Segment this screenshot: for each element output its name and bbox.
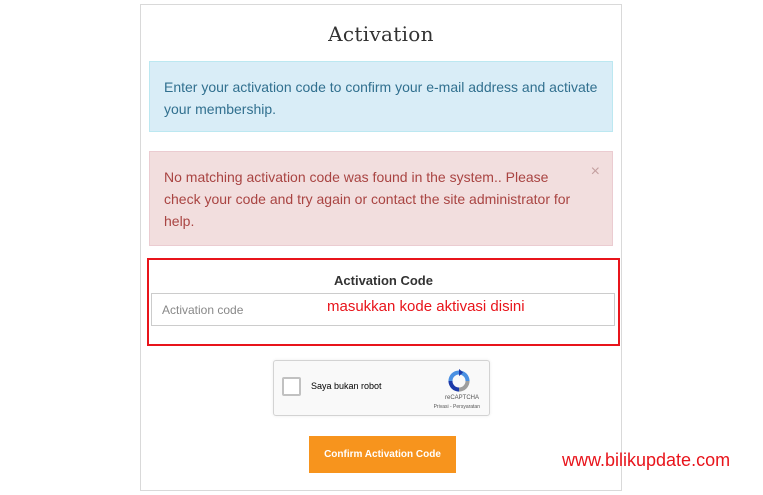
recaptcha-brand: reCAPTCHA xyxy=(444,395,479,401)
confirm-activation-button[interactable]: Confirm Activation Code xyxy=(309,436,456,473)
close-icon[interactable]: × xyxy=(591,164,600,180)
activation-panel: Activation Enter your activation code to… xyxy=(140,4,622,491)
watermark-text: www.bilikupdate.com xyxy=(562,450,731,470)
recaptcha-widget: Saya bukan robot reCAPTCHA Privasi - Per… xyxy=(273,360,490,416)
activation-code-highlight: Activation Code masukkan kode aktivasi d… xyxy=(147,258,620,346)
activation-code-input[interactable] xyxy=(151,293,615,326)
recaptcha-links[interactable]: Privasi - Persyaratan xyxy=(274,404,485,410)
info-alert-text: Enter your activation code to confirm yo… xyxy=(164,79,598,117)
recaptcha-checkbox[interactable] xyxy=(282,377,301,396)
error-alert-text: No matching activation code was found in… xyxy=(164,169,571,229)
activation-code-label: Activation Code xyxy=(334,273,433,288)
recaptcha-label: Saya bukan robot xyxy=(311,381,382,391)
recaptcha-logo-icon xyxy=(448,368,470,392)
info-alert: Enter your activation code to confirm yo… xyxy=(149,61,613,132)
page-title: Activation xyxy=(328,22,434,46)
error-alert: No matching activation code was found in… xyxy=(149,151,613,246)
